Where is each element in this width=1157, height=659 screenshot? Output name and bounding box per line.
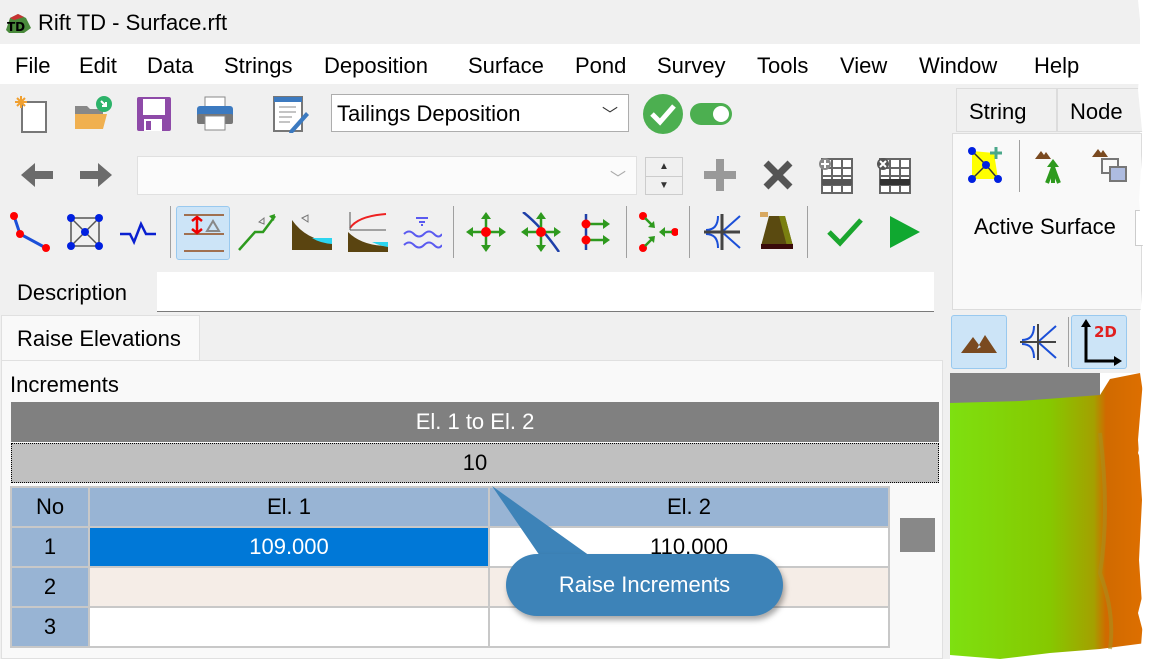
spinner-up-icon[interactable]: ▲ — [646, 158, 682, 177]
mode-select-value: Tailings Deposition — [337, 101, 521, 126]
tab-raise-elevations[interactable]: Raise Elevations — [1, 315, 200, 361]
column-header-no[interactable]: No — [10, 486, 90, 528]
row-number[interactable]: 3 — [10, 606, 90, 648]
menu-deposition[interactable]: Deposition — [324, 53, 428, 79]
move-node-on-string-icon[interactable] — [521, 212, 561, 252]
add-icon[interactable] — [700, 155, 740, 195]
column-header-el1[interactable]: El. 1 — [88, 486, 490, 528]
tab-node[interactable]: Node — [1057, 88, 1147, 132]
raise-elevations-button[interactable] — [176, 206, 230, 260]
edit-notes-icon[interactable] — [270, 94, 310, 134]
save-icon[interactable] — [133, 94, 173, 134]
new-file-icon[interactable] — [13, 94, 53, 134]
mesh-nodes-icon[interactable] — [65, 212, 105, 252]
callout-pointer — [492, 486, 590, 556]
toolbar-separator — [1019, 140, 1020, 192]
table-scrollbar-thumb[interactable] — [900, 518, 935, 552]
delete-icon[interactable] — [758, 155, 798, 195]
tab-label: Node — [1070, 99, 1123, 124]
rift-td-logo-icon: TD — [6, 14, 31, 34]
menu-window[interactable]: Window — [919, 53, 997, 79]
spinner[interactable]: ▲ ▼ — [645, 157, 683, 195]
toolbar-separator — [807, 206, 808, 258]
move-node-icon[interactable] — [466, 212, 506, 252]
2d-label: 2D — [1094, 323, 1117, 341]
copy-surface-icon[interactable] — [1090, 145, 1130, 185]
toggle-knob — [713, 106, 729, 122]
intersect-view-icon — [1020, 324, 1057, 360]
intersect-strings-icon[interactable] — [702, 212, 742, 252]
insert-row-icon[interactable] — [816, 155, 856, 195]
menu-pond[interactable]: Pond — [575, 53, 626, 79]
cell-el1[interactable]: 109.000 — [88, 526, 490, 568]
mode-select[interactable]: Tailings Deposition ﹀ — [331, 94, 629, 132]
chevron-down-icon: ﹀ — [609, 171, 626, 188]
increment-band-header: El. 1 to El. 2 — [11, 402, 939, 442]
beach-curve-icon[interactable] — [348, 212, 388, 252]
green-check-circle-icon[interactable] — [643, 94, 683, 134]
menu-help[interactable]: Help — [1034, 53, 1079, 79]
active-surface-label: Active Surface — [974, 214, 1116, 239]
water-level-icon[interactable] — [402, 212, 442, 252]
table-header-row: No El. 1 El. 2 — [10, 486, 890, 528]
menu-strings[interactable]: Strings — [224, 53, 292, 79]
apply-check-icon[interactable] — [825, 212, 865, 252]
surface-3d-viewport[interactable] — [950, 373, 1150, 659]
toolbar-separator — [626, 206, 627, 258]
row-number[interactable]: 2 — [10, 566, 90, 608]
toolbar-separator — [453, 206, 454, 258]
nav-select[interactable]: ﹀ — [137, 156, 637, 195]
description-label: Description — [17, 280, 128, 305]
cell-el1[interactable] — [88, 566, 490, 608]
merge-surface-icon[interactable] — [1033, 145, 1073, 185]
run-play-icon[interactable] — [884, 212, 924, 252]
toolbar-separator — [170, 206, 171, 258]
surface-view-button[interactable] — [951, 315, 1007, 369]
tab-label: Raise Elevations — [17, 326, 181, 351]
intersect-view-button[interactable] — [1010, 315, 1066, 369]
2d-view-icon: 2D — [1081, 319, 1122, 366]
menu-edit[interactable]: Edit — [79, 53, 117, 79]
menu-bar: File Edit Data Strings Deposition Surfac… — [0, 44, 1140, 84]
toolbar-separator — [1068, 317, 1069, 367]
back-arrow-icon[interactable] — [17, 155, 57, 195]
row-number[interactable]: 1 — [10, 526, 90, 568]
merge-nodes-icon[interactable] — [638, 212, 678, 252]
torn-edge-decoration — [1138, 0, 1157, 659]
forward-arrow-icon[interactable] — [76, 155, 116, 195]
window-title: Rift TD - Surface.rft — [38, 10, 228, 35]
menu-data[interactable]: Data — [147, 53, 193, 79]
tab-string[interactable]: String — [956, 88, 1057, 132]
menu-view[interactable]: View — [840, 53, 887, 79]
toolbar-separator — [689, 206, 690, 258]
toggle-switch[interactable] — [690, 103, 732, 125]
add-surface-node-icon[interactable] — [966, 145, 1006, 185]
menu-tools[interactable]: Tools — [757, 53, 808, 79]
delete-row-icon[interactable] — [874, 155, 914, 195]
surface-view-icon — [961, 335, 997, 353]
print-icon[interactable] — [195, 94, 235, 134]
increments-label: Increments — [10, 372, 119, 397]
menu-file[interactable]: File — [15, 53, 50, 79]
offset-nodes-icon[interactable] — [576, 212, 616, 252]
2d-view-button[interactable]: 2D — [1071, 315, 1127, 369]
description-input[interactable] — [157, 272, 934, 312]
cell-el1[interactable] — [88, 606, 490, 648]
tab-label: String — [969, 99, 1027, 124]
beach-slope-icon[interactable] — [292, 212, 332, 252]
spinner-down-icon[interactable]: ▼ — [646, 177, 682, 195]
svg-text:TD: TD — [7, 20, 25, 34]
chevron-down-icon: ﹀ — [601, 107, 618, 124]
callout-raise-increments: Raise Increments — [506, 554, 783, 616]
profile-line-icon[interactable] — [118, 212, 158, 252]
embankment-icon[interactable] — [757, 212, 797, 252]
increment-band-value[interactable]: 10 — [11, 443, 939, 483]
menu-survey[interactable]: Survey — [657, 53, 725, 79]
raise-elevations-icon — [184, 214, 224, 252]
ramp-up-icon[interactable] — [237, 212, 277, 252]
open-folder-icon[interactable] — [73, 94, 113, 134]
menu-surface[interactable]: Surface — [468, 53, 544, 79]
string-line-icon[interactable] — [10, 212, 50, 252]
